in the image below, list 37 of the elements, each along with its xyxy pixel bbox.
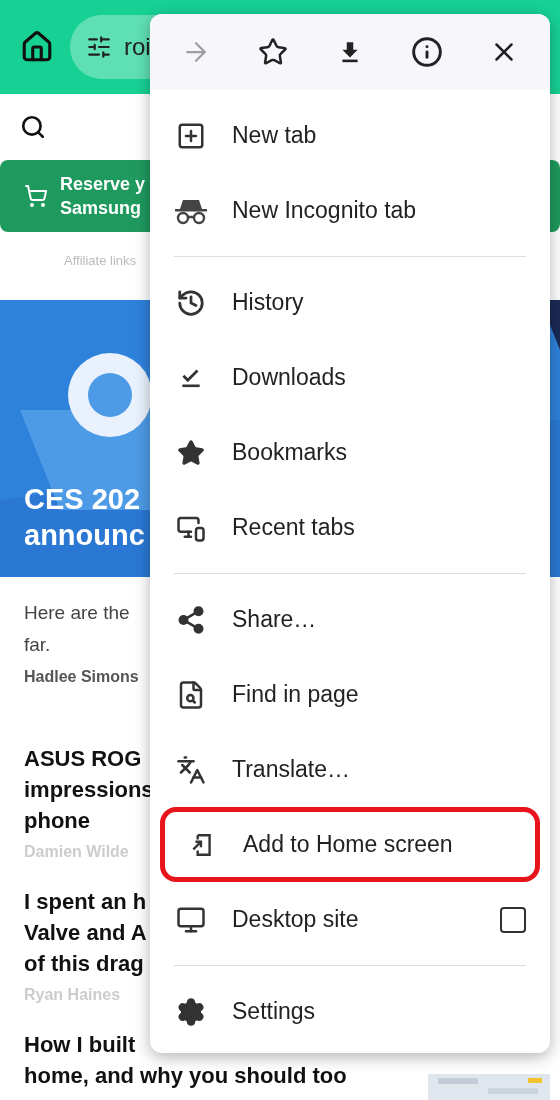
- menu-item[interactable]: Downloads: [150, 340, 550, 415]
- site-settings-icon: [86, 34, 112, 60]
- article-title[interactable]: home, and why you should too: [24, 1060, 347, 1091]
- share-icon: [176, 604, 206, 635]
- article-title[interactable]: I spent an h: [24, 886, 147, 917]
- article-title[interactable]: ASUS ROG: [24, 743, 142, 774]
- article-title[interactable]: Valve and A: [24, 917, 147, 948]
- history-icon: [176, 287, 206, 318]
- settings-icon: [176, 996, 206, 1027]
- affiliate-note: Affiliate links: [64, 253, 136, 268]
- menu-item[interactable]: Find in page: [150, 657, 550, 732]
- article-title[interactable]: phone: [24, 805, 90, 836]
- checkbox[interactable]: [500, 906, 526, 933]
- star-icon: [258, 37, 288, 67]
- menu-item[interactable]: Desktop site: [150, 882, 550, 957]
- article-title[interactable]: of this drag: [24, 948, 144, 979]
- menu-item[interactable]: Recent tabs: [150, 490, 550, 565]
- summary-text: far.: [24, 633, 51, 657]
- menu-item[interactable]: New tab: [150, 98, 550, 173]
- menu-item[interactable]: History: [150, 265, 550, 340]
- author-name: Hadlee Simons: [24, 667, 139, 687]
- menu-item[interactable]: Share…: [150, 582, 550, 657]
- home-icon[interactable]: [20, 30, 54, 64]
- menu-item[interactable]: New Incognito tab: [150, 173, 550, 248]
- menu-item[interactable]: Bookmarks: [150, 415, 550, 490]
- translate-icon: [176, 754, 206, 785]
- cart-icon: [24, 184, 48, 208]
- banner-text: Samsung: [60, 197, 143, 220]
- menu-item[interactable]: Add to Home screen: [160, 807, 540, 882]
- url-text: roi: [124, 32, 151, 62]
- star-icon: [177, 438, 205, 467]
- banner-text: Reserve y: [60, 173, 146, 196]
- menu-item[interactable]: Settings: [150, 974, 550, 1049]
- search-icon[interactable]: [20, 114, 46, 140]
- article-title[interactable]: How I built: [24, 1029, 136, 1060]
- info-icon: [411, 36, 443, 68]
- summary-text: Here are the: [24, 601, 130, 625]
